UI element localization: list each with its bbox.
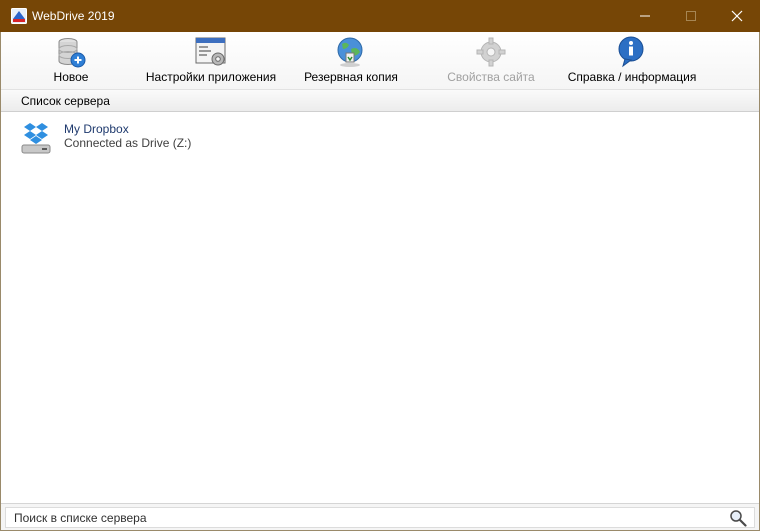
maximize-button[interactable] <box>668 0 714 32</box>
help-info-button[interactable]: Справка / информация <box>562 32 702 90</box>
search-bar <box>1 503 759 530</box>
help-info-label: Справка / информация <box>567 70 697 84</box>
close-icon <box>731 10 743 22</box>
title-bar[interactable]: WebDrive 2019 <box>0 0 760 32</box>
webdrive-app-icon <box>11 8 27 24</box>
backup-button[interactable]: Резервная копия <box>300 32 402 90</box>
server-list-title: Список сервера <box>21 94 110 108</box>
server-status: Connected as Drive (Z:) <box>64 136 192 150</box>
new-button-label: Новое <box>53 70 89 84</box>
window-title: WebDrive 2019 <box>32 9 115 23</box>
minimize-button[interactable] <box>622 0 668 32</box>
site-properties-label: Свойства сайта <box>447 70 535 84</box>
new-server-icon <box>58 38 86 68</box>
server-name: My Dropbox <box>64 122 129 136</box>
server-list[interactable]: My Dropbox Connected as Drive (Z:) <box>1 112 759 503</box>
minimize-icon <box>640 15 650 17</box>
backup-label: Резервная копия <box>304 70 398 84</box>
close-button[interactable] <box>714 0 760 32</box>
app-settings-label: Настройки приложения <box>145 70 277 84</box>
search-icon[interactable] <box>729 509 747 527</box>
dropbox-drive-icon <box>21 123 51 154</box>
new-button[interactable]: Новое <box>41 32 101 90</box>
app-settings-button[interactable]: Настройки приложения <box>142 32 280 90</box>
toolbar: Новое Настройки приложения Резервная коп… <box>1 32 759 90</box>
backup-globe-icon <box>337 37 363 67</box>
server-list-header: Список сервера <box>1 90 759 112</box>
settings-window-icon <box>195 37 226 66</box>
list-item[interactable]: My Dropbox Connected as Drive (Z:) <box>1 118 759 158</box>
info-icon <box>618 36 644 68</box>
maximize-icon <box>686 11 696 21</box>
site-properties-button[interactable]: Свойства сайта <box>444 32 538 90</box>
gear-icon <box>476 37 506 67</box>
search-input[interactable] <box>5 507 755 528</box>
